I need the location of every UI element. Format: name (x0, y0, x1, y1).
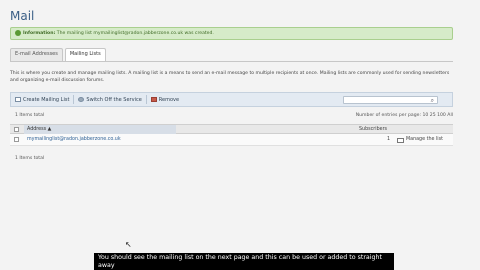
tab-bar: E-mail Addresses Mailing Lists (10, 48, 108, 61)
row-checkbox[interactable] (14, 137, 19, 142)
address-header-label: Address (27, 127, 47, 132)
table-header: Address ▲ Subscribers (10, 124, 453, 134)
manage-list-link[interactable]: Manage the list (397, 134, 443, 146)
paging-row-top: 1 Items total Number of entries per page… (15, 113, 453, 118)
select-all-checkbox[interactable] (14, 127, 19, 132)
tab-email-addresses[interactable]: E-mail Addresses (10, 48, 63, 61)
mailing-list-table: Address ▲ Subscribers mymailinglist@rado… (10, 124, 453, 146)
tab-mailing-lists[interactable]: Mailing Lists (64, 48, 106, 61)
remove-icon (150, 97, 157, 102)
video-caption: You should see the mailing list on the n… (94, 253, 394, 270)
table-row: mymailinglist@radon.jabberzone.co.uk 1 M… (10, 134, 453, 146)
mailing-list-address-link[interactable]: mymailinglist@radon.jabberzone.co.uk (27, 134, 121, 146)
success-banner: Information: The mailing list mymailingl… (10, 27, 453, 40)
checkmark-icon (15, 29, 21, 36)
search-icon[interactable]: ⌕ (431, 97, 434, 104)
toolbar: Create Mailing List Switch Off the Servi… (10, 92, 453, 107)
items-total: 1 Items total (15, 113, 45, 118)
create-mailing-list-button[interactable]: Create Mailing List (11, 97, 73, 103)
envelope-icon (397, 137, 404, 143)
items-total: 1 Items total (15, 156, 45, 161)
subscriber-count: 1 (387, 137, 391, 142)
paging-row-bottom: 1 Items total (15, 156, 453, 161)
remove-button[interactable]: Remove (147, 97, 183, 103)
banner-message: The mailing list mymailinglist@radon.jab… (56, 31, 214, 36)
mouse-cursor-icon: ↖ (125, 240, 132, 249)
switch-off-service-label: Switch Off the Service (86, 96, 142, 103)
column-header-address[interactable]: Address ▲ (24, 125, 176, 134)
manage-list-label: Manage the list (406, 137, 444, 142)
add-list-icon (15, 97, 21, 102)
search-input[interactable]: ⌕ (343, 96, 438, 104)
page-title: Mail (10, 9, 35, 23)
create-mailing-list-label: Create Mailing List (23, 96, 70, 103)
remove-label: Remove (158, 96, 180, 103)
entries-per-page[interactable]: Number of entries per page: 10 25 100 Al… (356, 113, 453, 118)
gear-icon (78, 97, 85, 102)
banner-prefix: Information: (23, 31, 56, 36)
tab-divider (10, 61, 453, 62)
page-description: This is where you create and manage mail… (10, 71, 450, 83)
switch-off-service-button[interactable]: Switch Off the Service (74, 97, 145, 103)
column-header-subscribers[interactable]: Subscribers (359, 125, 387, 134)
